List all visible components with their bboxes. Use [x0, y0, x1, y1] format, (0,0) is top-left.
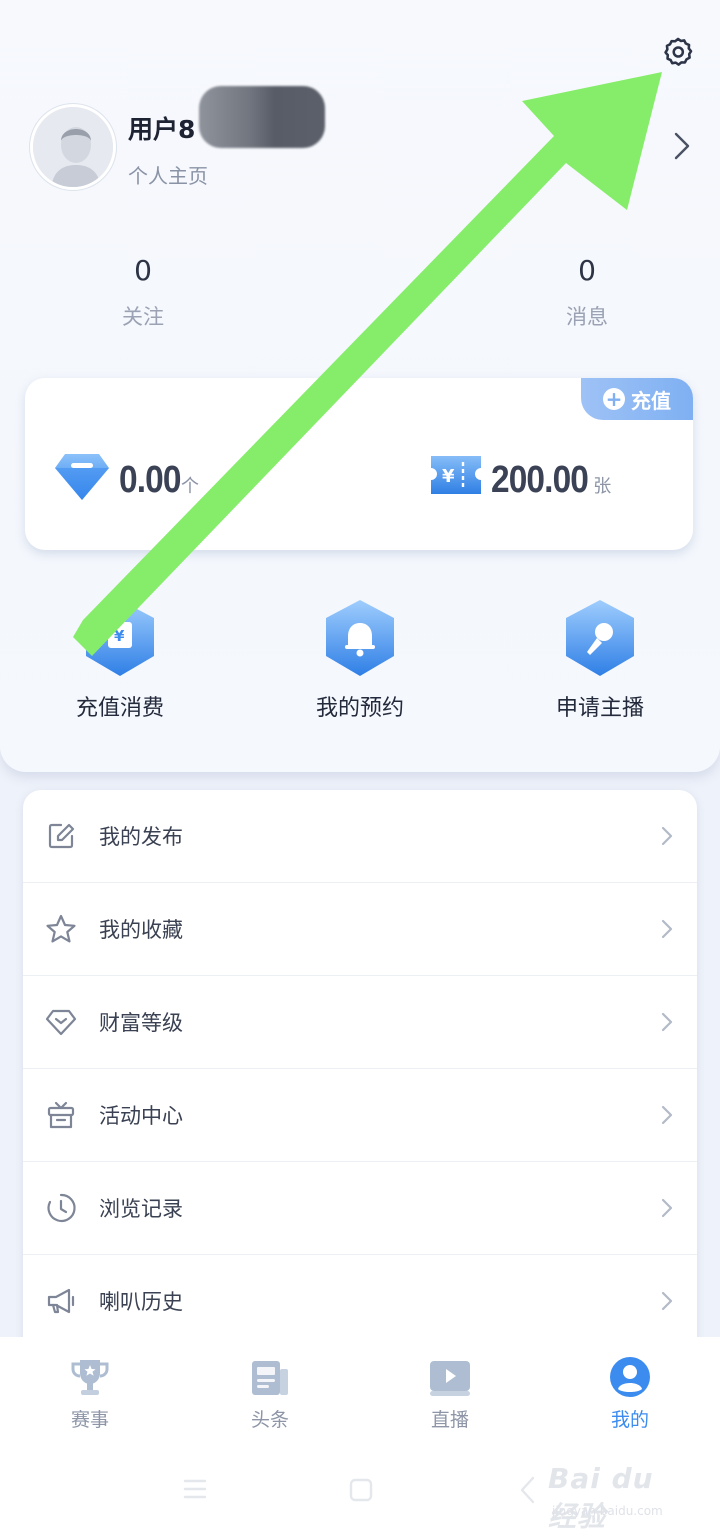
clock-icon — [47, 1193, 76, 1223]
tab-matches[interactable]: 赛事 — [30, 1355, 150, 1432]
messages-label: 消息 — [566, 305, 608, 329]
quick-action-reservations[interactable]: 我的预约 — [285, 598, 435, 722]
menu-item-favorites[interactable]: 我的收藏 — [23, 883, 697, 976]
chevron-right-icon — [661, 826, 673, 846]
ticket-amount: 200.00 — [491, 459, 589, 501]
microphone-icon — [566, 600, 634, 676]
svg-text:¥: ¥ — [442, 466, 455, 487]
chevron-right-icon[interactable] — [668, 128, 696, 164]
tab-live[interactable]: 直播 — [390, 1355, 510, 1432]
quick-action-label: 充值消费 — [75, 696, 164, 721]
diamond-icon — [55, 454, 109, 500]
watermark-logo: Bai du 经验 jingyan.baidu.com — [548, 1462, 688, 1533]
yuan-card-icon: ¥ — [86, 600, 154, 676]
star-icon — [46, 914, 76, 943]
menu-item-label: 喇叭历史 — [99, 1290, 183, 1314]
menu-item-activity-center[interactable]: 活动中心 — [23, 1069, 697, 1162]
default-avatar-icon — [33, 107, 113, 187]
settings-button[interactable] — [656, 30, 700, 74]
home-nav-icon[interactable] — [348, 1477, 374, 1503]
chevron-right-icon — [661, 1012, 673, 1032]
username[interactable]: 用户8 — [128, 86, 326, 148]
stat-messages[interactable]: 0 消息 — [507, 254, 667, 331]
play-icon — [430, 1361, 470, 1396]
menu-item-label: 财富等级 — [99, 1011, 183, 1035]
menu-item-wealth-level[interactable]: 财富等级 — [23, 976, 697, 1069]
diamond-icon — [45, 1009, 77, 1036]
tab-headlines[interactable]: 头条 — [210, 1355, 330, 1432]
diamond-balance[interactable]: 0.00 个 — [53, 450, 199, 502]
gear-icon — [664, 37, 693, 66]
menu-item-label: 活动中心 — [99, 1104, 183, 1128]
menu-item-horn-history[interactable]: 喇叭历史 — [23, 1255, 697, 1348]
username-text: 用户8 — [128, 115, 196, 144]
megaphone-icon — [47, 1288, 75, 1314]
menu-item-my-posts[interactable]: 我的发布 — [23, 790, 697, 883]
plus-icon: + — [603, 388, 625, 410]
redacted-mask — [199, 86, 326, 148]
ticket-icon: ¥ — [431, 456, 481, 494]
quick-action-apply-streamer[interactable]: 申请主播 — [525, 598, 675, 722]
menu-item-label: 浏览记录 — [99, 1197, 183, 1221]
svg-text:¥: ¥ — [114, 627, 125, 645]
recharge-button[interactable]: + 充值 — [581, 378, 693, 420]
trophy-icon — [71, 1360, 109, 1395]
chevron-right-icon — [661, 1291, 673, 1311]
menu-list: 我的发布 我的收藏 财富等级 活动中心 浏览记录 喇叭历史 — [23, 790, 697, 1350]
tab-mine[interactable]: 我的 — [570, 1355, 690, 1432]
tab-label: 赛事 — [70, 1409, 109, 1431]
bell-icon — [326, 600, 394, 676]
ticket-balance[interactable]: ¥ 200.00 张 — [427, 450, 611, 502]
tab-label: 直播 — [430, 1409, 469, 1431]
menu-item-label: 我的发布 — [99, 825, 183, 849]
ticket-unit: 张 — [593, 476, 612, 497]
edit-icon — [48, 823, 75, 849]
user-icon — [610, 1357, 650, 1397]
menu-item-label: 我的收藏 — [99, 918, 183, 942]
wallet-card: + 充值 0.00 个 ¥ 200.00 张 — [25, 378, 693, 550]
follow-label: 关注 — [122, 305, 164, 329]
follow-count: 0 — [134, 254, 152, 287]
quick-action-recharge[interactable]: ¥ 充值消费 — [45, 598, 195, 722]
tab-label: 头条 — [250, 1409, 289, 1431]
messages-count: 0 — [578, 254, 596, 287]
quick-action-label: 申请主播 — [555, 696, 644, 721]
menu-item-history[interactable]: 浏览记录 — [23, 1162, 697, 1255]
tab-label: 我的 — [610, 1409, 649, 1431]
stat-follow[interactable]: 0 关注 — [63, 254, 223, 331]
chevron-right-icon — [661, 919, 673, 939]
news-icon — [252, 1361, 288, 1395]
homepage-link[interactable]: 个人主页 — [128, 160, 208, 189]
back-nav-icon[interactable] — [518, 1475, 538, 1505]
profile-header: 用户8 个人主页 0 关注 0 消息 + 充值 0.00 个 ¥ 200.00 … — [0, 0, 720, 772]
menu-nav-icon[interactable] — [182, 1477, 208, 1501]
chevron-right-icon — [661, 1198, 673, 1218]
quick-action-label: 我的预约 — [315, 696, 404, 721]
diamond-amount: 0.00 — [119, 459, 181, 501]
diamond-unit: 个 — [180, 476, 199, 497]
avatar[interactable] — [30, 104, 116, 190]
recharge-label: 充值 — [631, 388, 671, 413]
chevron-right-icon — [661, 1105, 673, 1125]
watermark-url: jingyan.baidu.com — [552, 1504, 663, 1518]
gift-icon — [47, 1101, 75, 1129]
